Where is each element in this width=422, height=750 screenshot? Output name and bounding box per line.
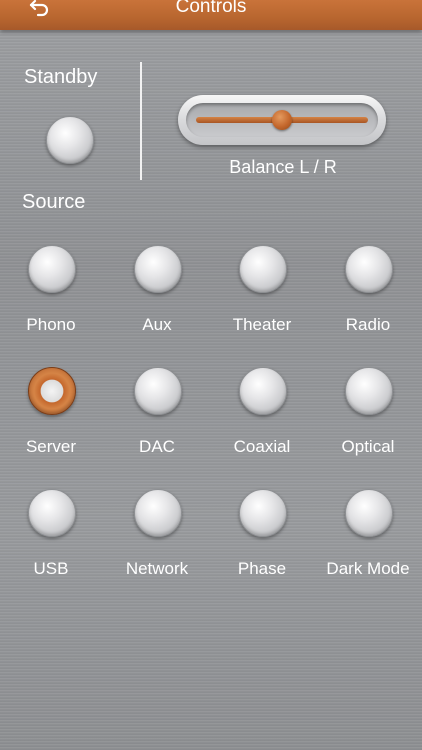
source-theater-button[interactable] [239, 245, 287, 293]
source-coaxial-label: Coaxial [233, 437, 291, 456]
source-theater-label: Theater [232, 315, 292, 334]
page-title: Controls [175, 0, 247, 17]
source-dac-button[interactable] [134, 367, 182, 415]
balance-label: Balance L / R [229, 157, 337, 177]
source-label: Source [22, 191, 86, 213]
source-network-button[interactable] [134, 489, 182, 537]
source-aux-button[interactable] [134, 245, 182, 293]
source-coaxial-button[interactable] [239, 367, 287, 415]
source-phono-label: Phono [26, 315, 76, 334]
source-dac-label: DAC [139, 437, 175, 456]
source-phase-button[interactable] [239, 489, 287, 537]
source-usb-label: USB [33, 559, 69, 578]
source-server-label: Server [25, 437, 77, 456]
source-server-button[interactable] [28, 367, 76, 415]
source-dark-mode-label: Dark Mode [326, 559, 410, 578]
standby-button[interactable] [46, 116, 94, 164]
source-optical-label: Optical [341, 437, 395, 456]
vertical-divider [140, 62, 142, 180]
balance-slider-inner [186, 103, 378, 137]
source-radio-button[interactable] [345, 245, 393, 293]
source-usb-button[interactable] [28, 489, 76, 537]
header-bar: Controls [0, 0, 422, 30]
source-radio-label: Radio [345, 315, 391, 334]
source-aux-label: Aux [142, 315, 172, 334]
standby-label: Standby [24, 66, 98, 88]
source-phono-button[interactable] [28, 245, 76, 293]
balance-slider[interactable] [178, 95, 386, 145]
source-network-label: Network [125, 559, 189, 578]
source-phase-label: Phase [237, 559, 287, 578]
source-dark-mode-button[interactable] [345, 489, 393, 537]
balance-slider-thumb[interactable] [272, 110, 292, 130]
source-optical-button[interactable] [345, 367, 393, 415]
